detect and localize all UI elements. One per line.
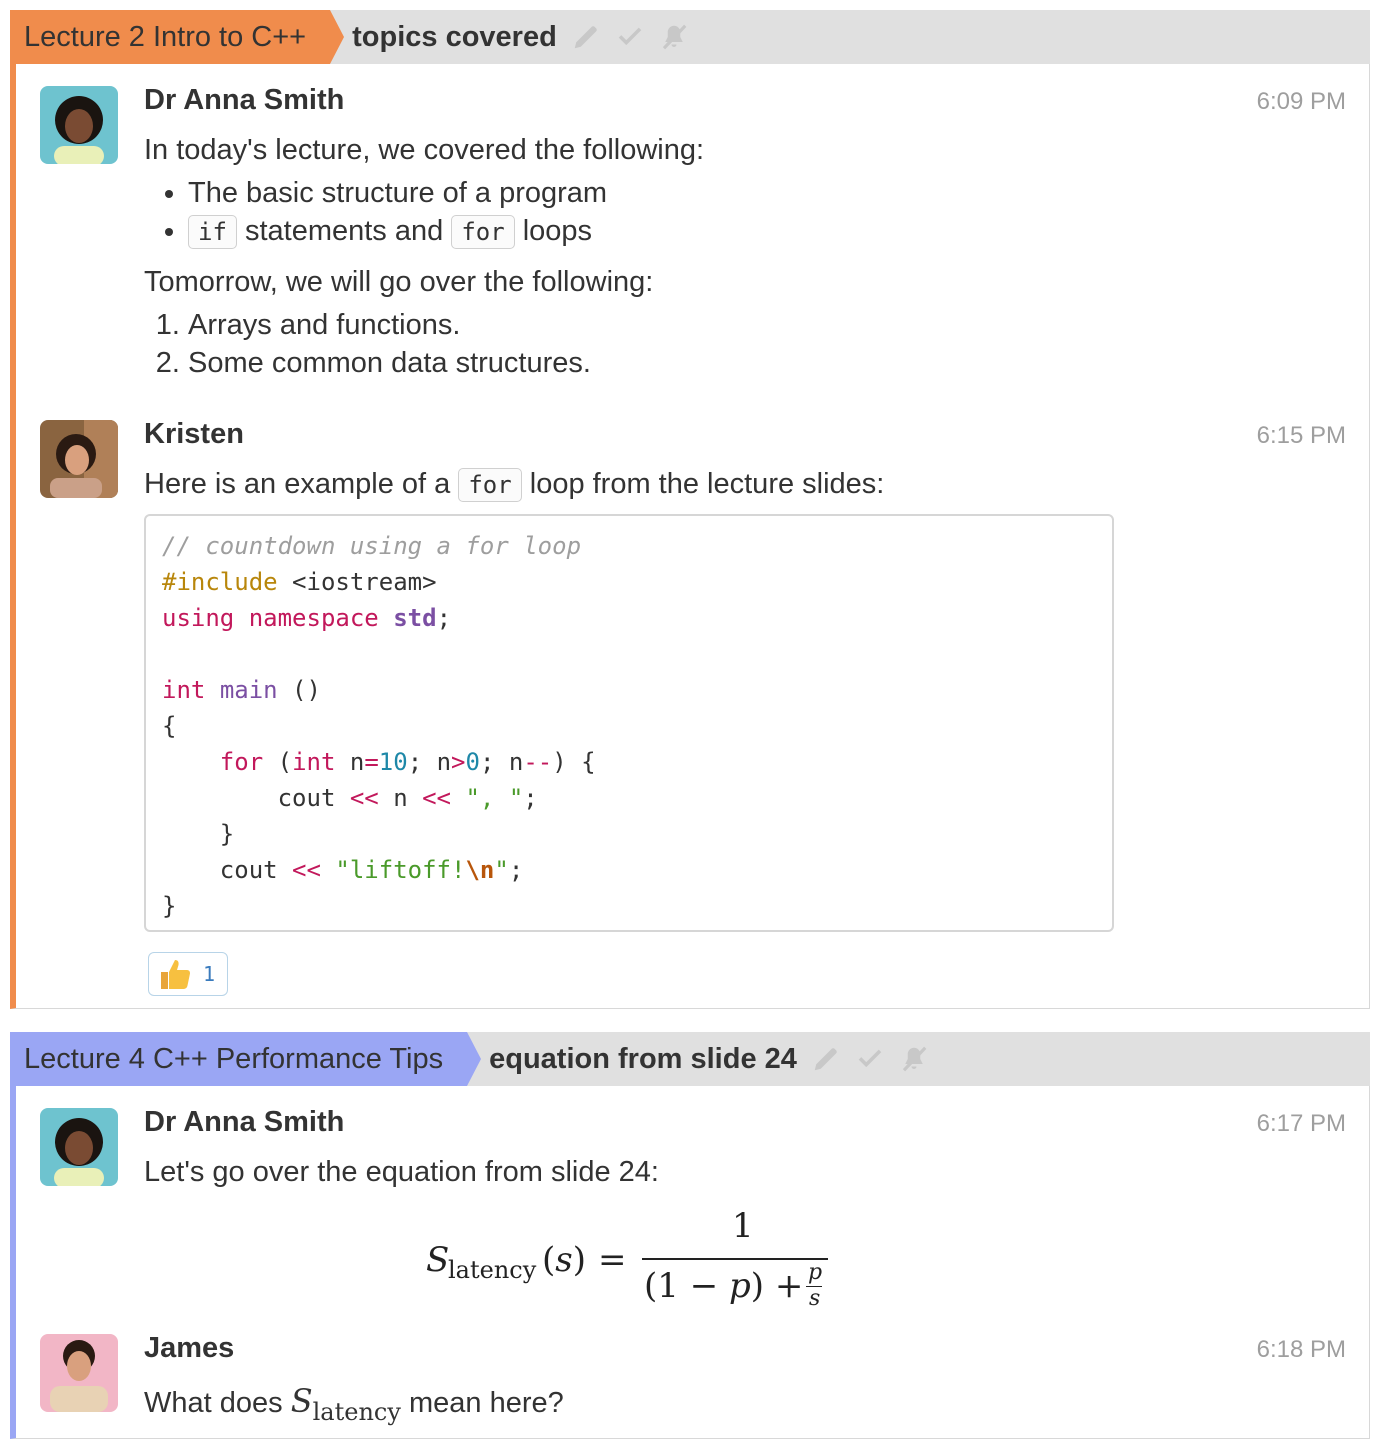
message: James 6:18 PM What does Slatency mean he… (16, 1314, 1360, 1438)
message-text: In today's lecture, we covered the follo… (144, 134, 705, 166)
stream-label[interactable]: Lecture 4 C++ Performance Tips (10, 1032, 482, 1086)
message-text: Tomorrow, we will go over the following: (144, 266, 654, 298)
message: Kristen 6:15 PM Here is an example of a … (16, 404, 1360, 1004)
check-icon[interactable] (855, 1044, 885, 1074)
message-text: Let's go over the equation from slide 24… (144, 1156, 659, 1188)
timestamp[interactable]: 6:15 PM (1257, 422, 1346, 450)
stream-label[interactable]: Lecture 2 Intro to C++ (10, 10, 345, 64)
avatar[interactable] (40, 86, 118, 164)
avatar[interactable] (40, 1108, 118, 1186)
mute-icon[interactable] (659, 22, 689, 52)
topic-label[interactable]: equation from slide 24 (489, 1043, 797, 1076)
inline-code: if (188, 215, 237, 249)
list-item: Some common data structures. (188, 344, 591, 382)
message-text: What does Slatency mean here? (144, 1382, 564, 1426)
reaction-thumbs-up[interactable]: 1 (148, 952, 228, 996)
message-text: Here is an example of a for loop from th… (144, 468, 885, 502)
reaction-count: 1 (203, 962, 216, 986)
bullet-list: The basic structure of a program if stat… (188, 174, 607, 250)
avatar[interactable] (40, 1334, 118, 1412)
message: Dr Anna Smith 6:09 PM In today's lecture… (16, 64, 1360, 404)
message: Dr Anna Smith 6:17 PM Let's go over the … (16, 1086, 1360, 1314)
code-block[interactable]: // countdown using a for loop #include <… (144, 514, 1114, 932)
message-list: Dr Anna Smith 6:09 PM In today's lecture… (10, 64, 1370, 1009)
numbered-list: Arrays and functions. Some common data s… (188, 306, 591, 382)
sender-name[interactable]: Kristen (144, 418, 244, 451)
sender-name[interactable]: James (144, 1332, 234, 1365)
list-item: The basic structure of a program (188, 174, 607, 212)
thread-header: Lecture 2 Intro to C++ topics covered (10, 10, 1370, 64)
timestamp[interactable]: 6:18 PM (1257, 1336, 1346, 1364)
timestamp[interactable]: 6:09 PM (1257, 88, 1346, 116)
timestamp[interactable]: 6:17 PM (1257, 1110, 1346, 1138)
edit-icon[interactable] (571, 22, 601, 52)
inline-code: for (458, 468, 522, 502)
thread-lecture-2: Lecture 2 Intro to C++ topics covered Dr… (10, 10, 1370, 1009)
mute-icon[interactable] (899, 1044, 929, 1074)
check-icon[interactable] (615, 22, 645, 52)
thread-lecture-4: Lecture 4 C++ Performance Tips equation … (10, 1032, 1370, 1439)
thumbs-up-icon (161, 960, 191, 989)
message-list: Dr Anna Smith 6:17 PM Let's go over the … (10, 1086, 1370, 1439)
inline-code: for (451, 215, 515, 249)
sender-name[interactable]: Dr Anna Smith (144, 1106, 344, 1139)
avatar[interactable] (40, 420, 118, 498)
edit-icon[interactable] (811, 1044, 841, 1074)
inline-math: Slatency (290, 1382, 401, 1426)
list-item: Arrays and functions. (188, 306, 591, 344)
topic-label[interactable]: topics covered (352, 21, 557, 54)
list-item: if statements and for loops (188, 212, 607, 250)
math-equation: S latency (s) = 1 (1 − p) + p s (426, 1206, 846, 1316)
sender-name[interactable]: Dr Anna Smith (144, 84, 344, 117)
thread-header: Lecture 4 C++ Performance Tips equation … (10, 1032, 1370, 1086)
